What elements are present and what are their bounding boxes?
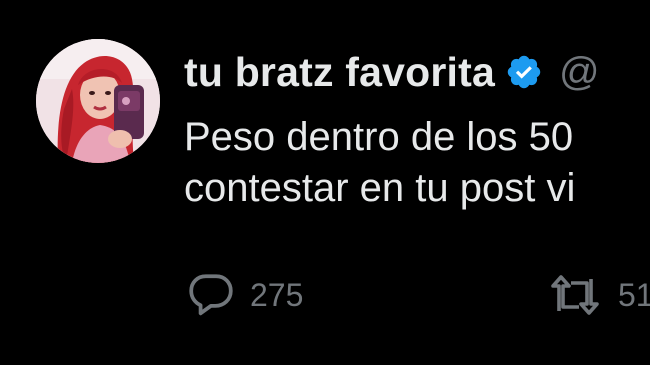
speech-bubble-icon: [186, 272, 236, 318]
verified-badge-icon[interactable]: [505, 53, 543, 91]
avatar[interactable]: [36, 39, 160, 163]
profile-photo-icon: [36, 39, 160, 163]
retweet-button[interactable]: 51: [546, 273, 650, 317]
tweet-actions: 275 51: [186, 270, 650, 320]
tweet-text-line: contestar en tu post vi: [184, 166, 576, 210]
user-handle[interactable]: @: [559, 50, 600, 95]
tweet-text: Peso dentro de los 50 contestar en tu po…: [184, 112, 650, 214]
tweet[interactable]: tu bratz favorita @ Peso dentro de los 5…: [0, 0, 650, 365]
retweet-arrows-icon: [546, 273, 604, 317]
reply-count: 275: [250, 276, 304, 313]
retweet-count: 51: [618, 276, 650, 313]
tweet-text-line: Peso dentro de los 50: [184, 115, 574, 159]
display-name[interactable]: tu bratz favorita: [184, 49, 495, 96]
tweet-header: tu bratz favorita @: [184, 44, 600, 100]
reply-button[interactable]: 275: [186, 272, 546, 318]
